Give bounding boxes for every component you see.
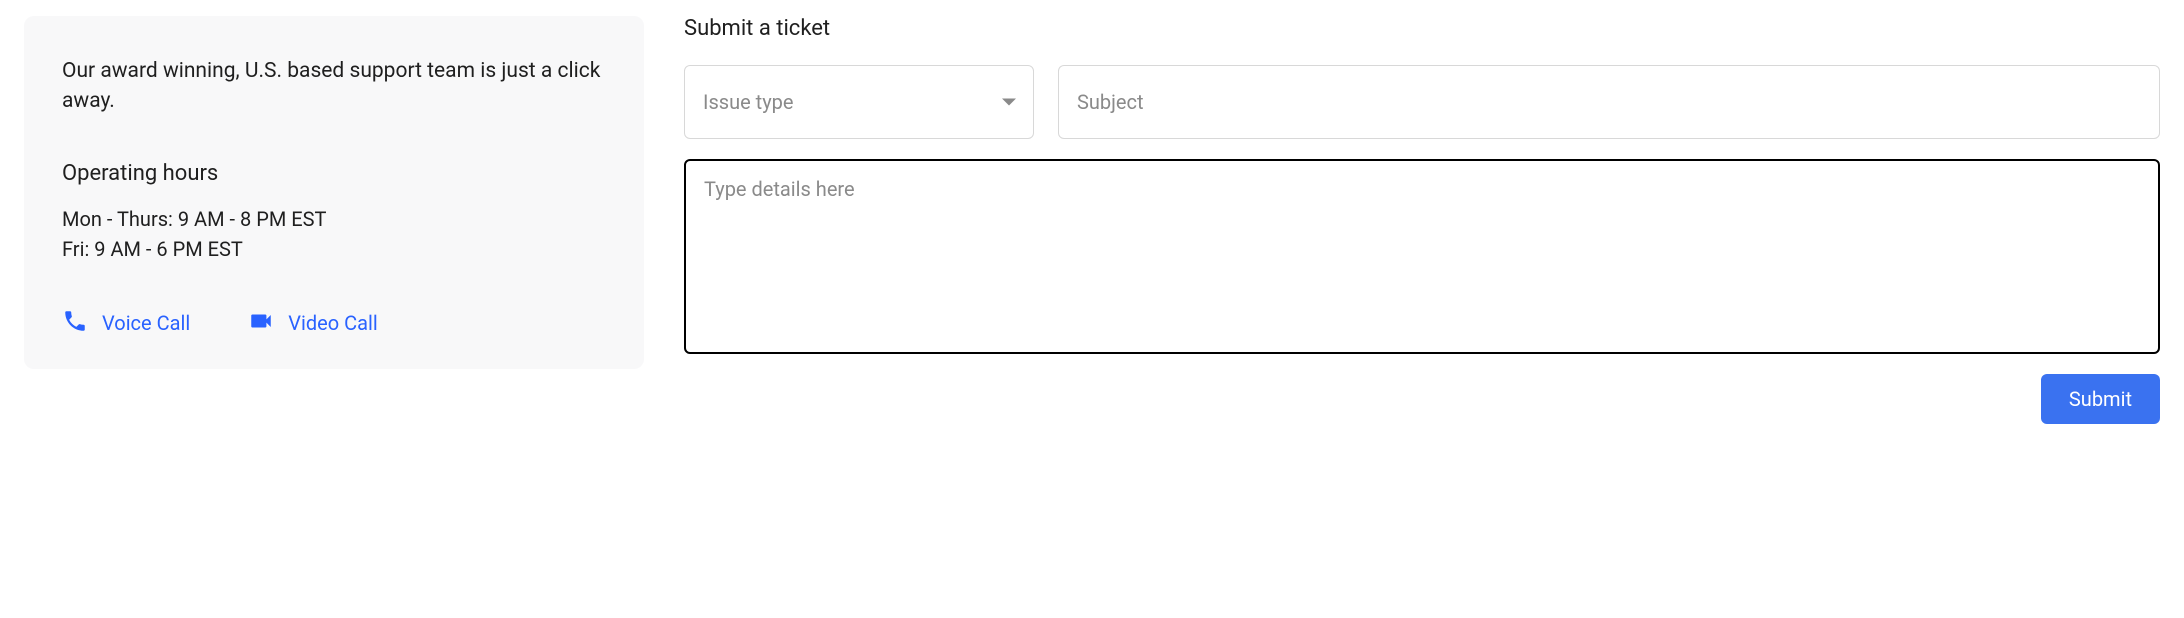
voice-call-label: Voice Call (102, 311, 190, 335)
page-container: Our award winning, U.S. based support te… (0, 0, 2184, 440)
issue-type-select[interactable] (684, 65, 1034, 139)
operating-hours-line-1: Mon - Thurs: 9 AM - 8 PM EST (62, 204, 606, 234)
video-icon (248, 308, 274, 339)
ticket-form: Submit a ticket Submit (684, 16, 2160, 424)
operating-hours-heading: Operating hours (62, 161, 606, 186)
operating-hours-line-2: Fri: 9 AM - 6 PM EST (62, 234, 606, 264)
issue-type-wrapper (684, 65, 1034, 139)
details-textarea[interactable] (684, 159, 2160, 354)
call-actions: Voice Call Video Call (62, 308, 606, 339)
ticket-row-top (684, 65, 2160, 139)
support-description: Our award winning, U.S. based support te… (62, 56, 606, 117)
submit-row: Submit (684, 374, 2160, 424)
voice-call-button[interactable]: Voice Call (62, 308, 190, 339)
submit-button[interactable]: Submit (2041, 374, 2160, 424)
subject-input[interactable] (1058, 65, 2160, 139)
ticket-heading: Submit a ticket (684, 16, 2160, 41)
support-card: Our award winning, U.S. based support te… (24, 16, 644, 369)
phone-icon (62, 308, 88, 339)
video-call-label: Video Call (288, 311, 377, 335)
subject-wrapper (1058, 65, 2160, 139)
video-call-button[interactable]: Video Call (248, 308, 377, 339)
